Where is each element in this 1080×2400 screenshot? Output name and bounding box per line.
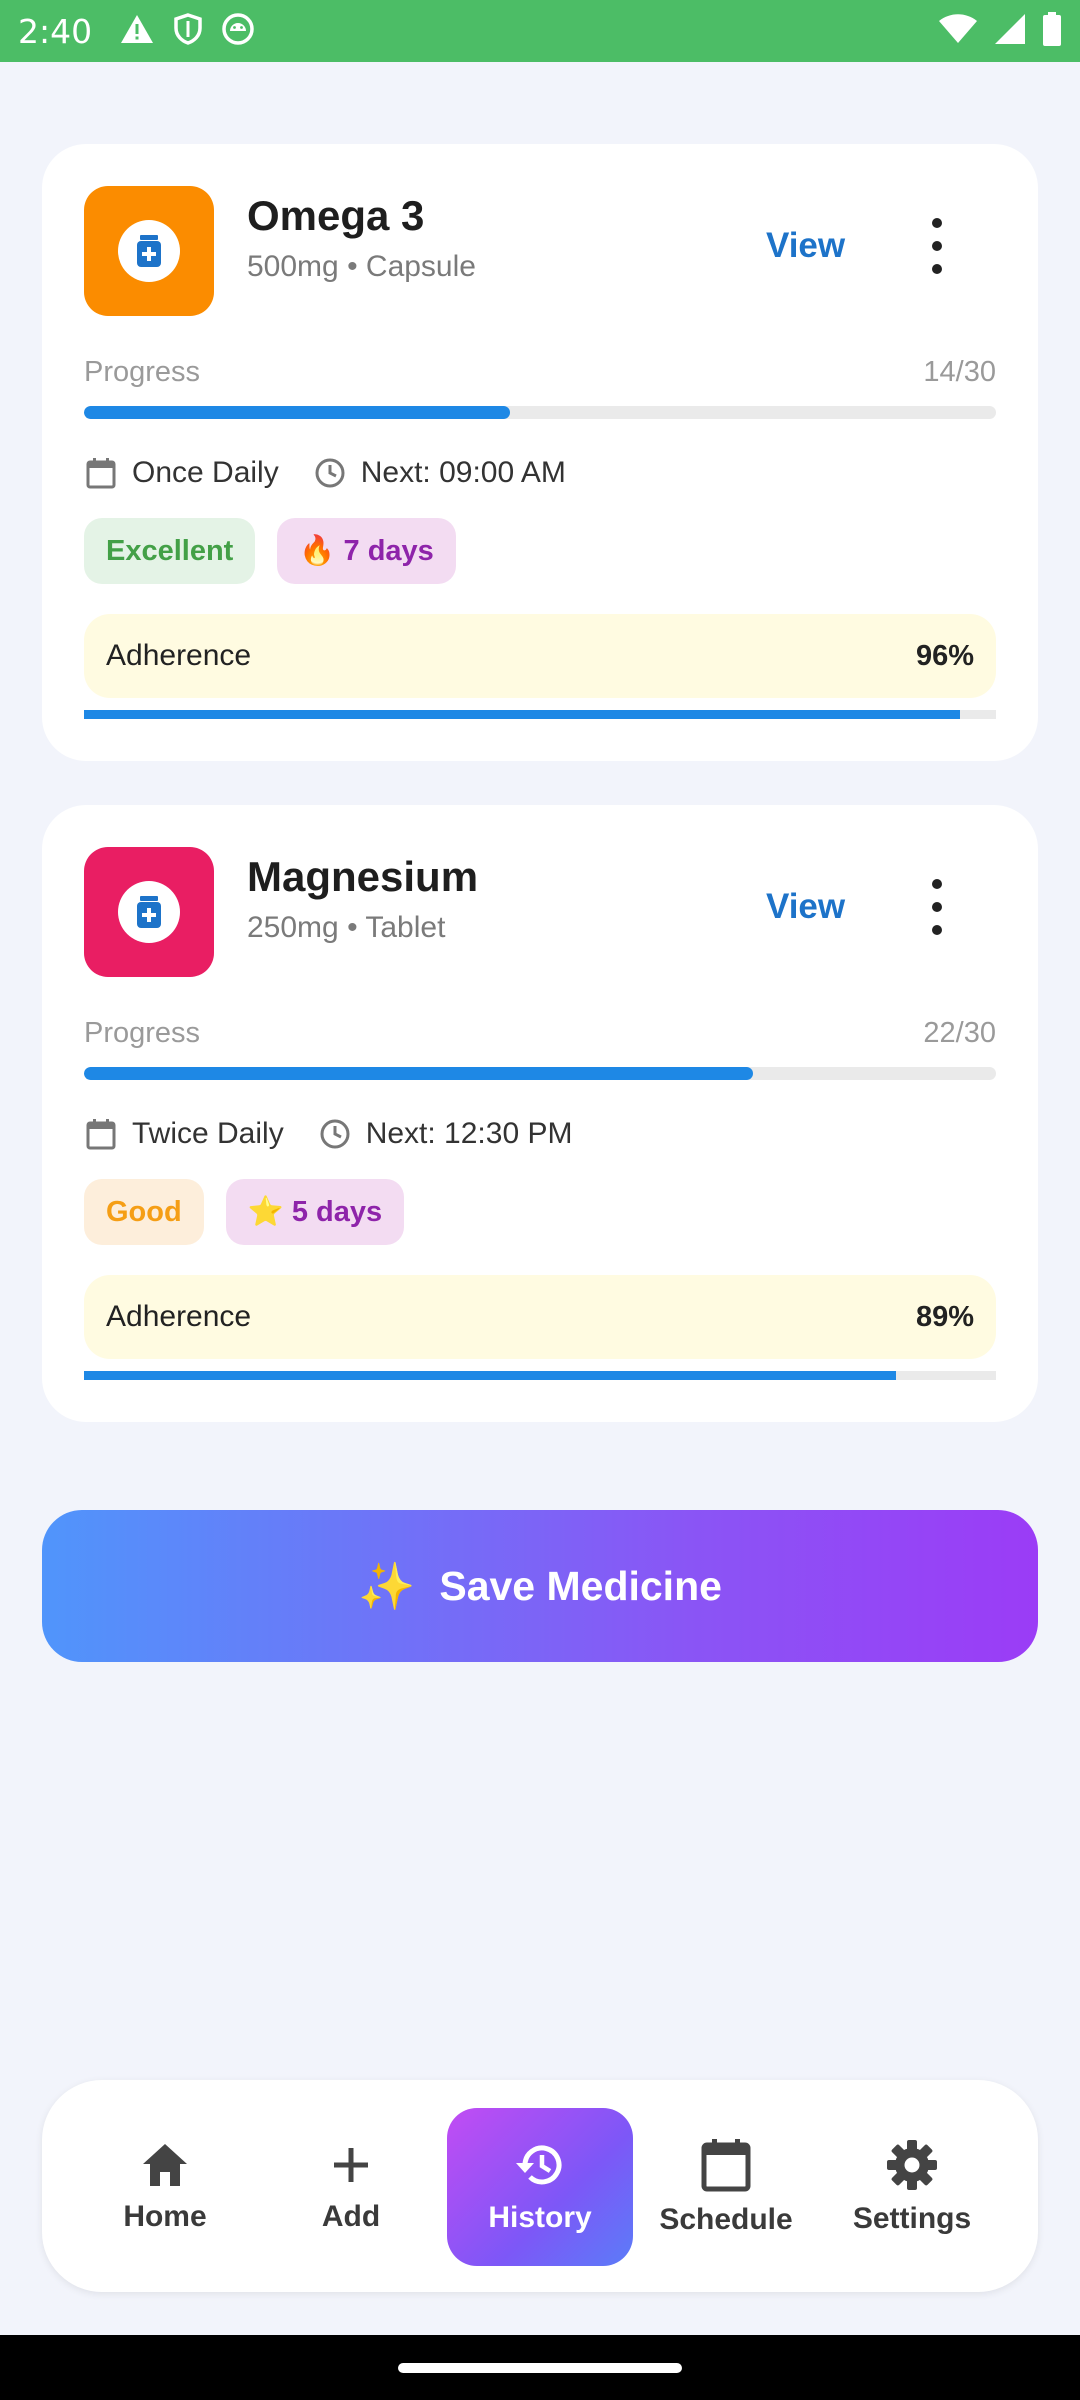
progress-fill <box>84 1067 753 1080</box>
next-dose-text: Next: 12:30 PM <box>365 1117 573 1150</box>
adherence-box: Adherence 89% <box>84 1275 996 1359</box>
calendar-icon <box>86 1119 116 1150</box>
badge-row: Excellent 🔥 7 days <box>84 518 456 584</box>
medicine-card: Magnesium 250mg • Tablet View Progress 2… <box>42 805 1038 1422</box>
nav-label: Settings <box>852 2202 972 2235</box>
sparkles-icon: ✨ <box>358 1559 416 1612</box>
medicine-bottle-icon <box>137 235 161 267</box>
nav-label: Schedule <box>659 2203 793 2236</box>
medicine-card: Omega 3 500mg • Capsule View Progress 14… <box>42 144 1038 761</box>
adherence-bar <box>84 710 996 719</box>
wifi-icon <box>938 13 978 49</box>
nav-add[interactable]: Add <box>258 2108 444 2266</box>
bottom-nav: Home Add History Schedule Settings <box>42 2080 1038 2292</box>
home-icon <box>143 2144 187 2186</box>
progress-fill <box>84 406 510 419</box>
history-screen: Omega 3 500mg • Capsule View Progress 14… <box>0 62 1080 2335</box>
next-dose-text: Next: 09:00 AM <box>360 456 566 489</box>
nav-label: Home <box>123 2200 207 2233</box>
clock-icon <box>315 458 345 488</box>
more-vert-icon <box>932 879 942 889</box>
history-icon <box>516 2145 562 2185</box>
nav-label: Add <box>321 2200 381 2233</box>
save-medicine-label: Save Medicine <box>439 1562 722 1609</box>
battery-icon <box>1042 11 1062 51</box>
progress-bar <box>84 406 996 419</box>
adherence-label: Adherence <box>106 1300 252 1333</box>
home-gesture-handle[interactable] <box>398 2363 682 2373</box>
calendar-icon <box>701 2139 751 2192</box>
nav-schedule[interactable]: Schedule <box>633 2108 819 2266</box>
adherence-label: Adherence <box>106 639 252 672</box>
medicine-icon-tile <box>84 186 214 316</box>
adherence-value: 96% <box>915 639 974 672</box>
medicine-icon-tile <box>84 847 214 977</box>
progress-count: 14/30 <box>923 356 996 388</box>
medicine-bottle-icon <box>137 896 161 928</box>
calendar-icon <box>86 458 116 489</box>
adherence-value: 89% <box>915 1300 974 1333</box>
shield-icon <box>174 12 202 50</box>
adherence-bar <box>84 1371 996 1380</box>
progress-count: 22/30 <box>923 1017 996 1049</box>
gesture-bar <box>0 2335 1080 2400</box>
nav-label: History <box>488 2201 592 2234</box>
status-time: 2:40 <box>18 11 93 51</box>
signal-icon <box>994 13 1026 50</box>
progress-label: Progress <box>84 1017 201 1049</box>
warning-icon <box>120 14 154 49</box>
nav-home[interactable]: Home <box>72 2108 258 2266</box>
plus-icon <box>334 2148 368 2182</box>
medicine-detail: 250mg • Tablet <box>247 911 446 944</box>
frequency-text: Once Daily <box>132 456 279 489</box>
adherence-fill <box>84 710 960 719</box>
clock-icon <box>320 1119 350 1149</box>
view-button[interactable]: View <box>766 226 845 266</box>
rating-badge: Good <box>84 1179 204 1245</box>
medicine-detail: 500mg • Capsule <box>247 250 476 283</box>
medicine-name: Omega 3 <box>247 192 425 239</box>
frequency-text: Twice Daily <box>132 1117 284 1150</box>
progress-label: Progress <box>84 356 201 388</box>
gear-icon <box>887 2140 937 2190</box>
progress-bar <box>84 1067 996 1080</box>
nav-settings[interactable]: Settings <box>819 2108 1005 2266</box>
nav-history[interactable]: History <box>447 2108 633 2266</box>
badge-row: Good ⭐ 5 days <box>84 1179 405 1245</box>
more-options-button[interactable] <box>922 218 952 274</box>
streak-badge: 🔥 7 days <box>277 518 456 584</box>
schedule-row: Twice Daily Next: 12:30 PM <box>84 1117 572 1151</box>
adherence-box: Adherence 96% <box>84 614 996 698</box>
rating-badge: Excellent <box>84 518 256 584</box>
medicine-name: Magnesium <box>247 853 479 900</box>
adherence-fill <box>84 1371 896 1380</box>
status-bar: 2:40 <box>0 0 1080 62</box>
more-vert-icon <box>932 218 942 228</box>
save-medicine-button[interactable]: ✨ Save Medicine <box>42 1510 1038 1662</box>
android-icon <box>222 12 254 50</box>
view-button[interactable]: View <box>766 887 845 927</box>
more-options-button[interactable] <box>922 879 952 935</box>
schedule-row: Once Daily Next: 09:00 AM <box>84 456 566 490</box>
streak-badge: ⭐ 5 days <box>225 1179 405 1245</box>
